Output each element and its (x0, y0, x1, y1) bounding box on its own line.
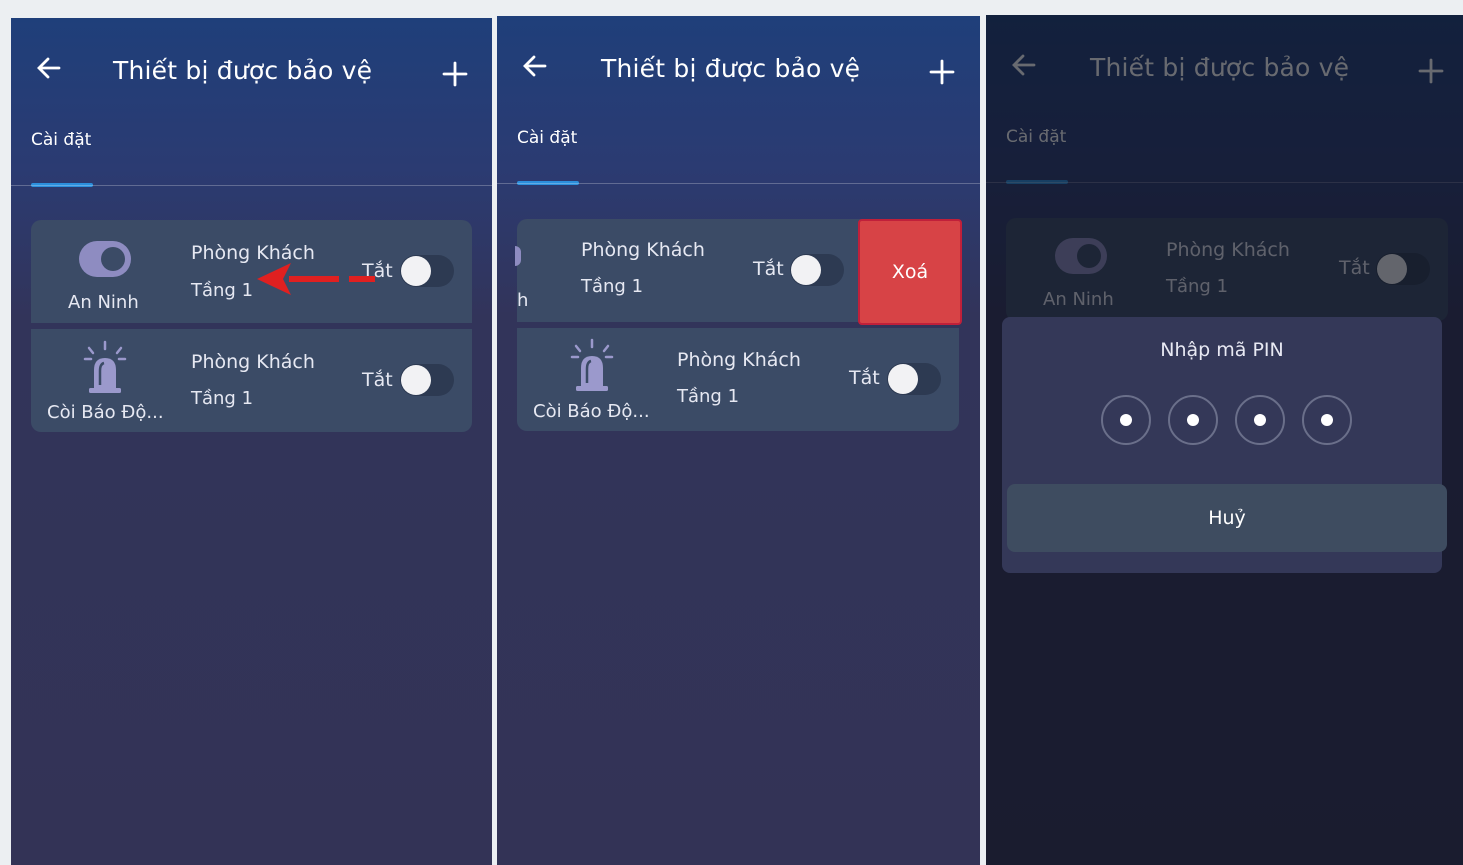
tab-divider (497, 183, 980, 184)
shield-toggle-icon (79, 241, 131, 277)
pin-digit-dot (1302, 395, 1352, 445)
device-name: An Ninh (68, 292, 139, 313)
toggle-state-label: Tắt (849, 367, 880, 389)
device-floor: Tầng 1 (191, 280, 254, 301)
device-room: Phòng Khách (581, 239, 705, 261)
pin-digit-dot (1168, 395, 1218, 445)
device-floor: Tầng 1 (581, 276, 644, 297)
device-toggle[interactable] (790, 254, 844, 286)
delete-button[interactable]: Xoá (858, 219, 962, 325)
device-name: Còi Báo Độ... (533, 401, 650, 422)
tab-divider (11, 185, 492, 186)
back-arrow-icon[interactable] (519, 50, 551, 82)
row-separator (31, 323, 472, 329)
add-icon[interactable] (441, 60, 469, 88)
cancel-button[interactable]: Huỷ (1007, 484, 1447, 552)
tab-settings[interactable]: Cài đặt (517, 128, 577, 148)
shield-toggle-icon (515, 246, 521, 266)
device-floor: Tầng 1 (677, 386, 740, 407)
swipe-left-arrow-icon (257, 263, 375, 295)
device-toggle[interactable] (887, 363, 941, 395)
pin-digit-dot (1101, 395, 1151, 445)
tab-settings[interactable]: Cài đặt (31, 130, 91, 150)
toggle-state-label: Tắt (362, 369, 393, 391)
add-icon[interactable] (928, 58, 956, 86)
back-arrow-icon[interactable] (33, 52, 65, 84)
pin-dialog: Nhập mã PIN Huỷ (1002, 317, 1447, 573)
device-name: Còi Báo Độ... (47, 402, 164, 423)
device-room: Phòng Khách (677, 349, 801, 371)
device-toggle[interactable] (400, 364, 454, 396)
page-title: Thiết bị được bảo vệ (601, 54, 861, 83)
screen-swipe-hint: Thiết bị được bảo vệ Cài đặt An Ninh Phò… (11, 18, 492, 865)
device-room: Phòng Khách (191, 351, 315, 373)
device-toggle[interactable] (400, 255, 454, 287)
siren-icon (83, 340, 127, 393)
siren-icon (570, 338, 614, 391)
pin-title: Nhập mã PIN (1160, 339, 1284, 361)
pin-digit-dot (1235, 395, 1285, 445)
screen-swipe-delete: Thiết bị được bảo vệ Cài đặt h Phòng Khá… (497, 16, 980, 865)
device-floor: Tầng 1 (191, 388, 254, 409)
page-title: Thiết bị được bảo vệ (113, 56, 373, 85)
toggle-state-label: Tắt (753, 258, 784, 280)
screen-pin-dialog: Thiết bị được bảo vệ Cài đặt An Ninh Phò… (986, 15, 1463, 865)
device-name-clipped: h (517, 290, 529, 311)
